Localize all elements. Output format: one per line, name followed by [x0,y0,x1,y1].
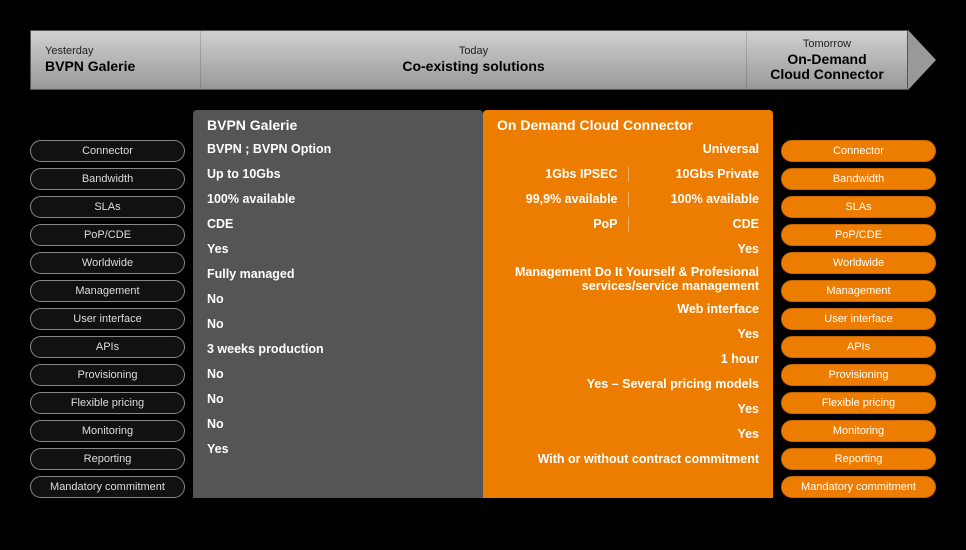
ondemand-split-a: PoP [497,217,629,231]
ondemand-value: Universal [497,140,759,159]
ondemand-value: 1Gbs IPSEC 10Gbs Private [497,165,759,184]
category-pill-left: APIs [30,336,185,358]
ondemand-value: Yes [497,400,759,419]
category-pill-left: Connector [30,140,185,162]
category-pill-right: Reporting [781,448,936,470]
bvpn-value: Yes [207,240,469,259]
category-pill-right: SLAs [781,196,936,218]
category-pill-right: User interface [781,308,936,330]
bvpn-value: No [207,415,469,434]
timeline-yesterday-label: Yesterday [45,45,94,57]
ondemand-value: Yes – Several pricing models [497,375,759,394]
bvpn-value: No [207,315,469,334]
arrowhead-icon [908,30,936,90]
category-labels-left: Connector Bandwidth SLAs PoP/CDE Worldwide Ma… [30,110,185,498]
category-pill-right: Mandatory commitment [781,476,936,498]
timeline-arrow: Yesterday BVPN Galerie Today Co-existing… [30,30,936,90]
ondemand-value: 1 hour [497,350,759,369]
ondemand-value: With or without contract commitment [497,450,759,469]
category-pill-left: Worldwide [30,252,185,274]
category-pill-left: Mandatory commitment [30,476,185,498]
bvpn-value: No [207,290,469,309]
category-pill-left: Monitoring [30,420,185,442]
timeline-yesterday: Yesterday BVPN Galerie [31,31,201,89]
category-pill-left: Management [30,280,185,302]
category-pill-right: Monitoring [781,420,936,442]
timeline-yesterday-value: BVPN Galerie [45,59,135,74]
category-pill-left: PoP/CDE [30,224,185,246]
column-bvpn-title: BVPN Galerie [207,110,469,140]
timeline-today-value: Co-existing solutions [402,59,544,74]
column-ondemand: On Demand Cloud Connector Universal 1Gbs … [483,110,773,498]
category-pill-right: APIs [781,336,936,358]
bvpn-value: Fully managed [207,265,469,284]
ondemand-split-b: 10Gbs Private [639,167,760,181]
bvpn-value: Yes [207,440,469,459]
column-ondemand-title: On Demand Cloud Connector [497,110,759,140]
column-bvpn: BVPN Galerie BVPN ; BVPN Option Up to 10G… [193,110,483,498]
category-pill-left: Provisioning [30,364,185,386]
category-pill-right: Connector [781,140,936,162]
ondemand-value: 99,9% available 100% available [497,190,759,209]
ondemand-value: Yes [497,325,759,344]
bvpn-value: BVPN ; BVPN Option [207,140,469,159]
bvpn-value: No [207,390,469,409]
category-pill-left: SLAs [30,196,185,218]
ondemand-value: PoP CDE [497,215,759,234]
category-pill-right: Worldwide [781,252,936,274]
ondemand-split-b: 100% available [639,192,760,206]
timeline-today: Today Co-existing solutions [201,31,747,89]
timeline-tomorrow-label: Tomorrow [803,38,851,50]
timeline-today-label: Today [459,45,488,57]
ondemand-value: Yes [497,425,759,444]
bvpn-value: Up to 10Gbs [207,165,469,184]
timeline-tomorrow-value: On-Demand Cloud Connector [770,52,884,83]
category-pill-left: Bandwidth [30,168,185,190]
category-pill-right: PoP/CDE [781,224,936,246]
timeline-tomorrow: Tomorrow On-Demand Cloud Connector [747,31,907,89]
bvpn-value: CDE [207,215,469,234]
ondemand-split-a: 1Gbs IPSEC [497,167,629,181]
bvpn-value: No [207,365,469,384]
ondemand-value: Management Do It Yourself & Profesional … [497,265,759,294]
category-pill-left: Reporting [30,448,185,470]
category-pill-left: Flexible pricing [30,392,185,414]
category-pill-left: User interface [30,308,185,330]
ondemand-split-b: CDE [639,217,760,231]
bvpn-value: 3 weeks production [207,340,469,359]
category-pill-right: Provisioning [781,364,936,386]
ondemand-value: Yes [497,240,759,259]
category-pill-right: Flexible pricing [781,392,936,414]
bvpn-value: 100% available [207,190,469,209]
category-pill-right: Bandwidth [781,168,936,190]
category-pill-right: Management [781,280,936,302]
ondemand-value: Web interface [497,300,759,319]
category-labels-right: Connector Bandwidth SLAs PoP/CDE Worldwide Ma… [781,110,936,498]
ondemand-split-a: 99,9% available [497,192,629,206]
